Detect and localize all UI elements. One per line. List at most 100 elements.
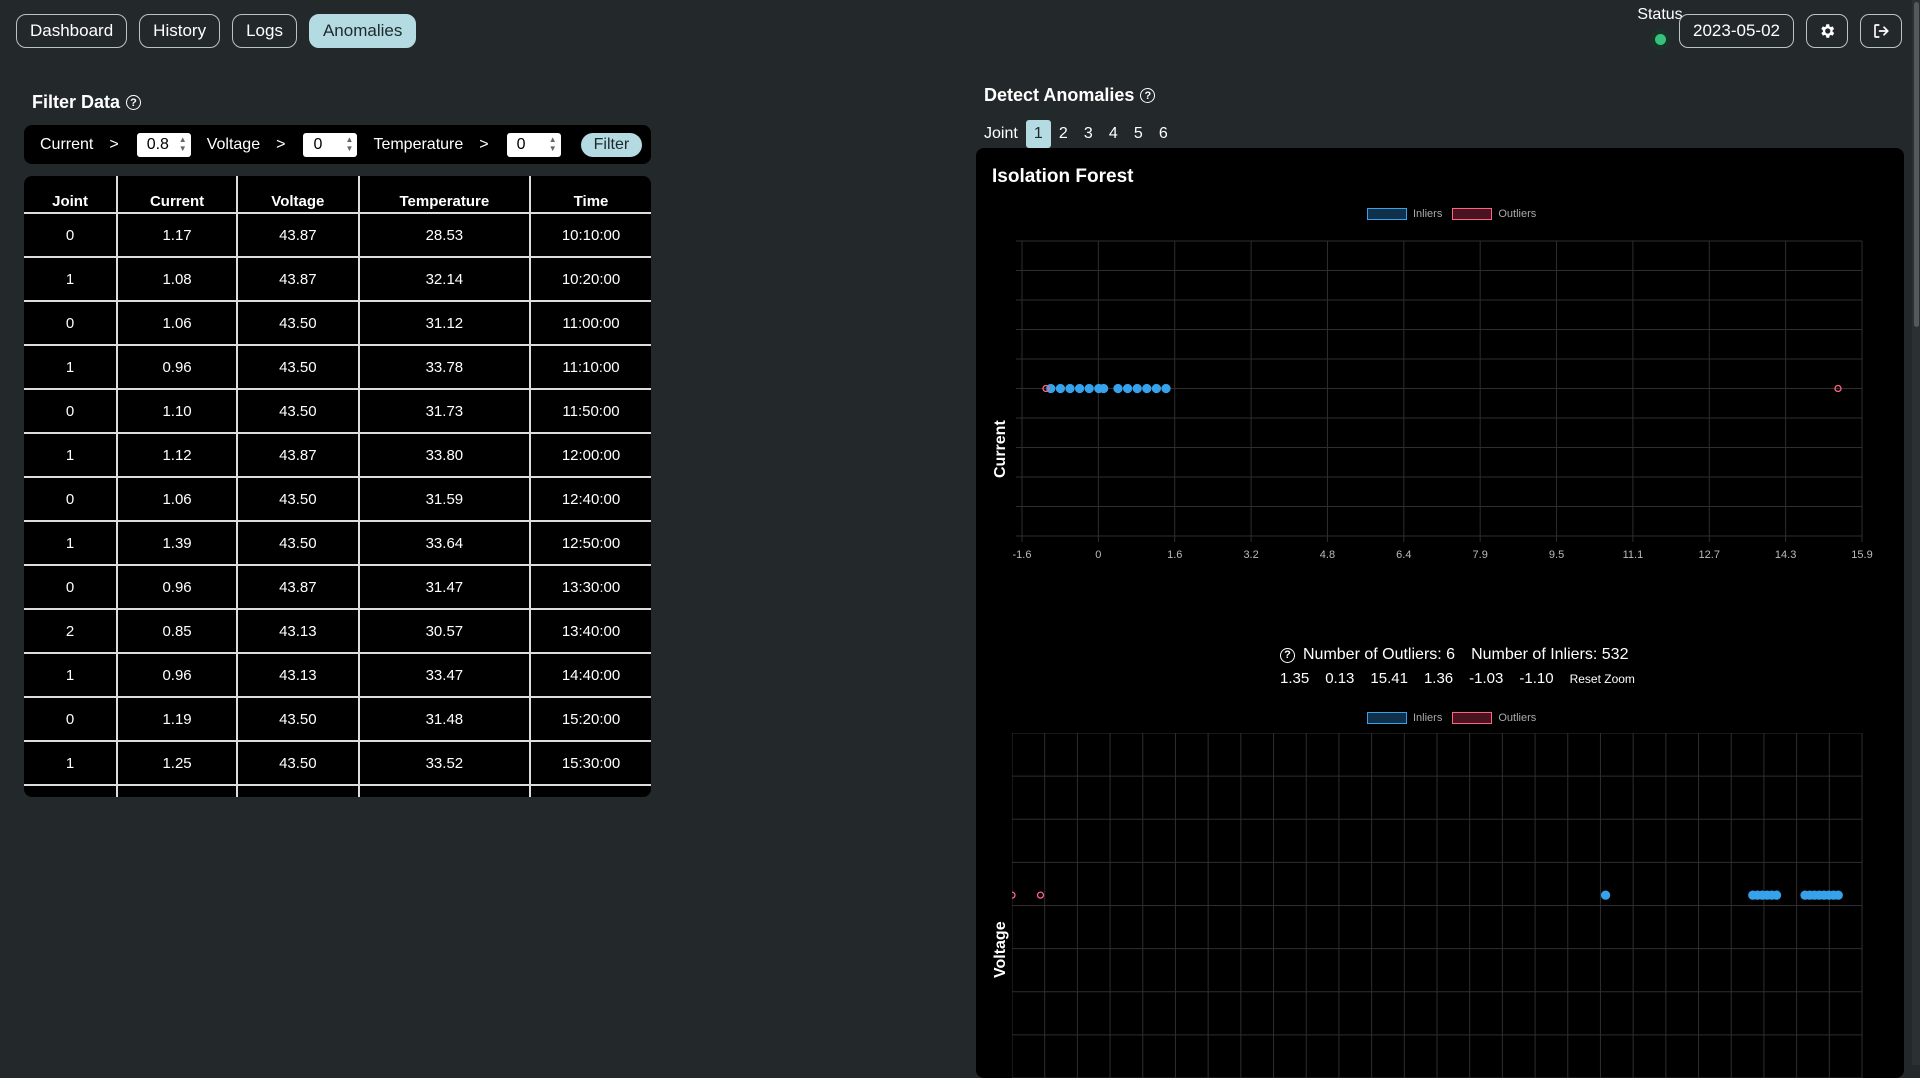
- current-scatter-chart[interactable]: -1.6 0 1.6 3.2 4.8 6.4 7.9 9.5 11.1 12.7 14.3 15.9: [1012, 233, 1882, 581]
- chart2-ylabel: Voltage: [992, 921, 1009, 978]
- table-cell: 43.87: [236, 432, 360, 477]
- chart1-legend[interactable]: Inliers Outliers: [1367, 208, 1536, 220]
- table-row: 1 0.96 43.13 33.47 14:40:00: [24, 652, 651, 697]
- table-row: 0 1.06 43.50 31.12 11:00:00: [24, 300, 651, 345]
- table-cell: 2: [24, 608, 119, 653]
- table-cell: 12:50:00: [530, 520, 651, 565]
- help-icon[interactable]: ?: [1280, 647, 1295, 663]
- value-item: -1.10: [1519, 670, 1554, 687]
- table-cell: 0: [24, 388, 119, 433]
- table-row: 01.1043.1331.4816:10:00: [24, 784, 651, 797]
- value-item: 0.13: [1325, 670, 1355, 687]
- logout-icon: [1874, 24, 1889, 38]
- column-header: Voltage: [236, 176, 360, 213]
- inlier-point: [1122, 383, 1133, 394]
- inlier-point: [1065, 383, 1075, 394]
- table-cell: 1: [24, 652, 119, 697]
- settings-button[interactable]: [1806, 14, 1848, 48]
- spinner-icon[interactable]: ▲ ▼: [549, 135, 557, 153]
- status-dot: [1654, 34, 1666, 45]
- table-cell: 1.17: [117, 212, 238, 257]
- table-cell: 32.14: [358, 256, 532, 301]
- table-body: 0 1.17 43.87 28.53 10:10:00 1 1.08 43.87 32.14 10…: [24, 212, 651, 797]
- table-cell: 1: [24, 344, 119, 389]
- logout-button[interactable]: [1860, 14, 1902, 48]
- chart2-legend[interactable]: Inliers Outliers: [1367, 712, 1536, 724]
- voltage-input[interactable]: 0 ▲ ▼: [303, 132, 358, 157]
- table-cell: 31.59: [358, 476, 532, 521]
- table-cell: 15:30:00: [530, 740, 651, 785]
- temperature-value: 0: [516, 135, 526, 153]
- spinner-icon[interactable]: ▲ ▼: [346, 135, 354, 153]
- voltage-label: Voltage: [206, 135, 261, 153]
- nav-dashboard[interactable]: Dashboard: [16, 14, 128, 48]
- inlier-point: [1074, 383, 1085, 394]
- table-cell: 43.50: [236, 388, 360, 433]
- table-cell: 1.12: [117, 432, 238, 477]
- table-header-row: Joint Current Voltage Temperature Time: [24, 176, 651, 213]
- table-row: 0 1.10 43.50 31.73 11:50:00: [24, 388, 651, 433]
- table-cell: 43.13: [236, 784, 360, 797]
- outliers-swatch: [1452, 712, 1493, 724]
- table-row: 0 1.06 43.50 31.59 12:40:00: [24, 476, 651, 521]
- x-tick-label: 6.4: [1396, 549, 1411, 561]
- table-cell: 43.50: [236, 300, 360, 345]
- table-cell: 13:40:00: [530, 608, 651, 653]
- table-row: 2 0.85 43.13 30.57 13:40:00: [24, 608, 651, 653]
- joint-tab-5[interactable]: 5: [1126, 120, 1151, 148]
- joint-tab-4[interactable]: 4: [1101, 120, 1126, 148]
- table-cell: 31.12: [358, 300, 532, 345]
- joint-tab-2[interactable]: 2: [1051, 120, 1076, 148]
- table-cell: 12:40:00: [530, 476, 651, 521]
- scrollbar-thumb[interactable]: [1914, 2, 1919, 327]
- help-icon[interactable]: ?: [1140, 88, 1156, 103]
- table-cell: 1.39: [117, 520, 238, 565]
- x-tick-label: 7.9: [1473, 549, 1488, 561]
- chart1-ylabel: Current: [992, 420, 1009, 478]
- legend-inliers: Inliers: [1413, 712, 1443, 724]
- temperature-op: >: [479, 135, 489, 153]
- date-button[interactable]: 2023-05-02: [1679, 14, 1794, 48]
- nav-anomalies[interactable]: Anomalies: [308, 14, 417, 48]
- table-row: 1 1.25 43.50 33.52 15:30:00: [24, 740, 651, 785]
- joint-tab-3[interactable]: 3: [1076, 120, 1101, 148]
- table-cell: 0: [24, 564, 119, 609]
- table-cell: 1.19: [117, 696, 238, 741]
- anomalies-heading: Detect Anomalies ?: [984, 85, 1156, 106]
- table-cell: 1.08: [117, 256, 238, 301]
- spinner-icon[interactable]: ▲ ▼: [179, 135, 187, 153]
- joint-tab-1[interactable]: 1: [1025, 120, 1051, 148]
- current-input[interactable]: 0.8 ▲ ▼: [136, 132, 191, 157]
- table-cell: 31.48: [358, 784, 532, 797]
- reset-zoom-button[interactable]: Reset Zoom: [1570, 672, 1635, 686]
- table-cell: 43.13: [236, 608, 360, 653]
- outlier-point: [1036, 891, 1045, 899]
- value-item: -1.03: [1469, 670, 1504, 687]
- filter-button[interactable]: Filter: [580, 132, 643, 157]
- filter-bar: Current > 0.8 ▲ ▼ Voltage > 0 ▲ ▼ Temperatur…: [24, 125, 651, 164]
- inliers-count: Number of Inliers: 532: [1471, 646, 1629, 663]
- voltage-scatter-chart[interactable]: [1012, 733, 1882, 1078]
- nav-history[interactable]: History: [139, 14, 221, 48]
- table-cell: 33.47: [358, 652, 532, 697]
- value-item: 1.36: [1423, 670, 1454, 687]
- help-icon[interactable]: ?: [126, 95, 142, 110]
- column-header: Joint: [24, 176, 119, 213]
- table-cell: 10:20:00: [530, 256, 651, 301]
- x-tick-label: 11.1: [1623, 549, 1644, 561]
- table-cell: 1.06: [117, 476, 238, 521]
- joint-tab-6[interactable]: 6: [1151, 120, 1176, 148]
- table-row: 1 1.08 43.87 32.14 10:20:00: [24, 256, 651, 301]
- temperature-input[interactable]: 0 ▲ ▼: [506, 132, 561, 157]
- table-cell: 1.06: [117, 300, 238, 345]
- x-tick-label: 3.2: [1243, 549, 1258, 561]
- anomalies-title: Detect Anomalies: [984, 85, 1135, 105]
- table-cell: 43.87: [236, 564, 360, 609]
- nav-logs[interactable]: Logs: [232, 14, 297, 48]
- table-cell: 30.57: [358, 608, 532, 653]
- outliers-count: Number of Outliers: 6: [1303, 646, 1456, 663]
- anomaly-stats: ? Number of Outliers: 6 Number of Inlier…: [1280, 646, 1628, 664]
- panel-title: Isolation Forest: [992, 166, 1134, 187]
- scrollbar[interactable]: [1912, 0, 1920, 1065]
- table-cell: 1.10: [117, 784, 238, 797]
